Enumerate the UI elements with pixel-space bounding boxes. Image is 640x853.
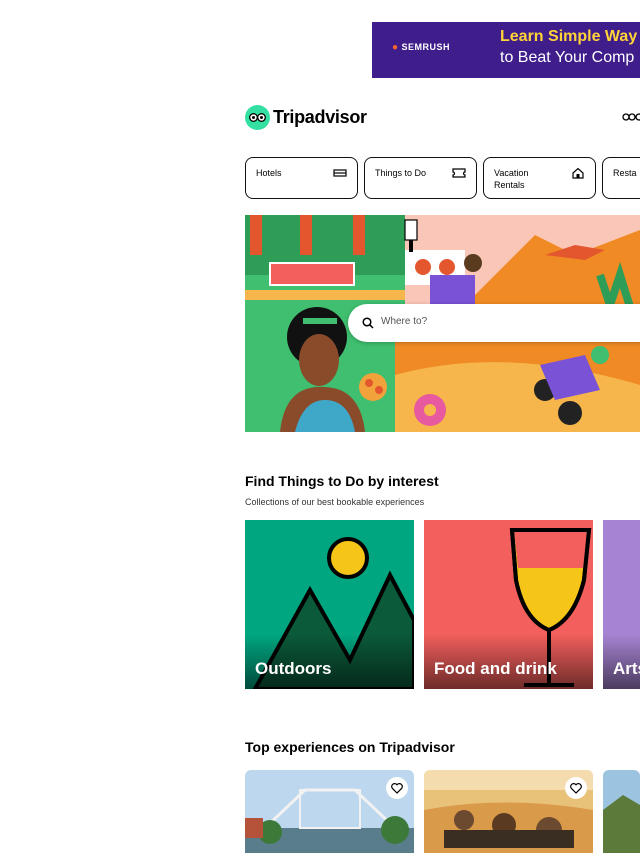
semrush-flame-icon: ●: [392, 42, 399, 53]
ad-subline: to Beat Your Comp: [500, 49, 635, 66]
tab-label: Things to Do: [375, 168, 427, 178]
card-arts[interactable]: Arts: [603, 520, 640, 689]
hero-illustration: Where to?: [245, 215, 640, 432]
tab-label: Resta: [613, 168, 637, 178]
tab-label: Vacation Rentals: [494, 168, 529, 190]
coast-photo: [603, 770, 640, 853]
tripadvisor-logo[interactable]: Tripadvisor: [245, 105, 367, 130]
tab-vacation-rentals[interactable]: Vacation Rentals: [483, 157, 596, 199]
section-title-top-experiences: Top experiences on Tripadvisor: [245, 739, 455, 755]
ad-banner[interactable]: ● SEMRUSH Learn Simple Way to Beat Your C…: [372, 22, 640, 78]
experience-card-coast[interactable]: [603, 770, 640, 853]
bed-icon: [333, 169, 347, 177]
section-title-things-to-do: Find Things to Do by interest: [245, 473, 439, 489]
ticket-icon: [452, 168, 466, 178]
search-input[interactable]: Where to?: [381, 316, 427, 327]
search-bar[interactable]: Where to?: [348, 304, 640, 342]
tab-things-to-do[interactable]: Things to Do: [364, 157, 477, 199]
owl-eyes-icon: [245, 105, 270, 130]
save-heart-button[interactable]: [565, 777, 587, 799]
card-label: Arts: [613, 659, 640, 678]
card-food-and-drink[interactable]: Food and drink: [424, 520, 593, 689]
review-icon[interactable]: [622, 111, 640, 123]
heart-icon: [570, 782, 582, 794]
house-icon: [572, 167, 584, 179]
search-icon: [362, 317, 374, 329]
tab-label: Hotels: [256, 168, 282, 178]
save-heart-button[interactable]: [386, 777, 408, 799]
ad-brand-text: SEMRUSH: [401, 42, 451, 52]
experience-card-bridge[interactable]: [245, 770, 414, 853]
experience-card-desert-tour[interactable]: [424, 770, 593, 853]
card-outdoors[interactable]: Outdoors: [245, 520, 414, 689]
section-subtitle-things-to-do: Collections of our best bookable experie…: [245, 497, 425, 507]
card-label: Outdoors: [255, 659, 332, 678]
tab-restaurants[interactable]: Resta: [602, 157, 640, 199]
ad-brand: ● SEMRUSH: [392, 42, 450, 53]
ad-headline: Learn Simple Way: [500, 28, 638, 45]
heart-icon: [391, 782, 403, 794]
tab-hotels[interactable]: Hotels: [245, 157, 358, 199]
logo-wordmark: Tripadvisor: [273, 107, 367, 127]
card-label: Food and drink: [434, 659, 557, 678]
